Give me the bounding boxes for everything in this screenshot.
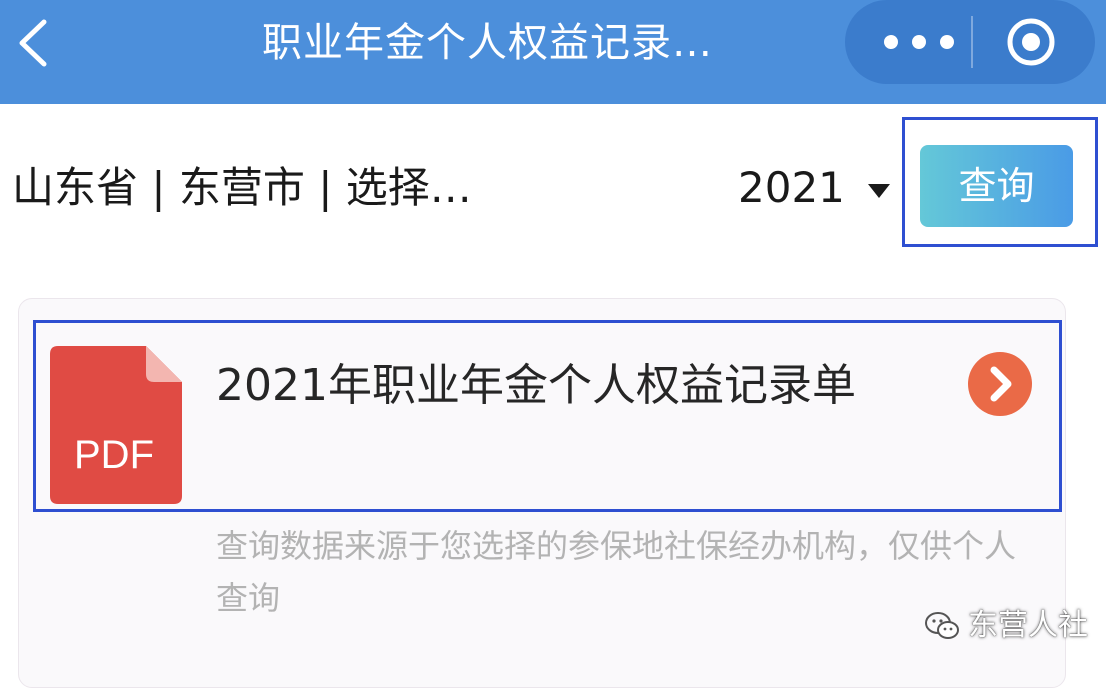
chevron-left-icon[interactable] (14, 18, 54, 68)
watermark-text: 东营人社 (968, 608, 1088, 643)
target-circle-icon[interactable] (1005, 16, 1057, 68)
capsule-divider (971, 16, 973, 68)
region-selector[interactable]: 山东省 | 东营市 | 选择… (12, 158, 472, 218)
record-title[interactable]: 2021年职业年金个人权益记录单 (216, 350, 936, 422)
top-navbar: 职业年金个人权益记录… (0, 0, 1106, 104)
query-button[interactable]: 查询 (920, 145, 1073, 227)
caret-down-icon (868, 184, 890, 198)
year-dropdown[interactable]: 2021 (738, 158, 898, 218)
wechat-icon (925, 612, 959, 639)
chevron-right-circle-icon[interactable] (968, 352, 1032, 416)
year-value: 2021 (738, 163, 845, 212)
page-title: 职业年金个人权益记录… (262, 20, 713, 66)
watermark: 东营人社 (924, 604, 1104, 648)
mini-program-capsule (845, 0, 1095, 84)
pdf-badge-text: PDF (74, 433, 154, 477)
pdf-file-icon[interactable]: PDF (50, 346, 182, 504)
more-dots-icon[interactable] (877, 20, 961, 64)
record-note: 查询数据来源于您选择的参保地社保经办机构，仅供个人查询 (216, 527, 1017, 617)
